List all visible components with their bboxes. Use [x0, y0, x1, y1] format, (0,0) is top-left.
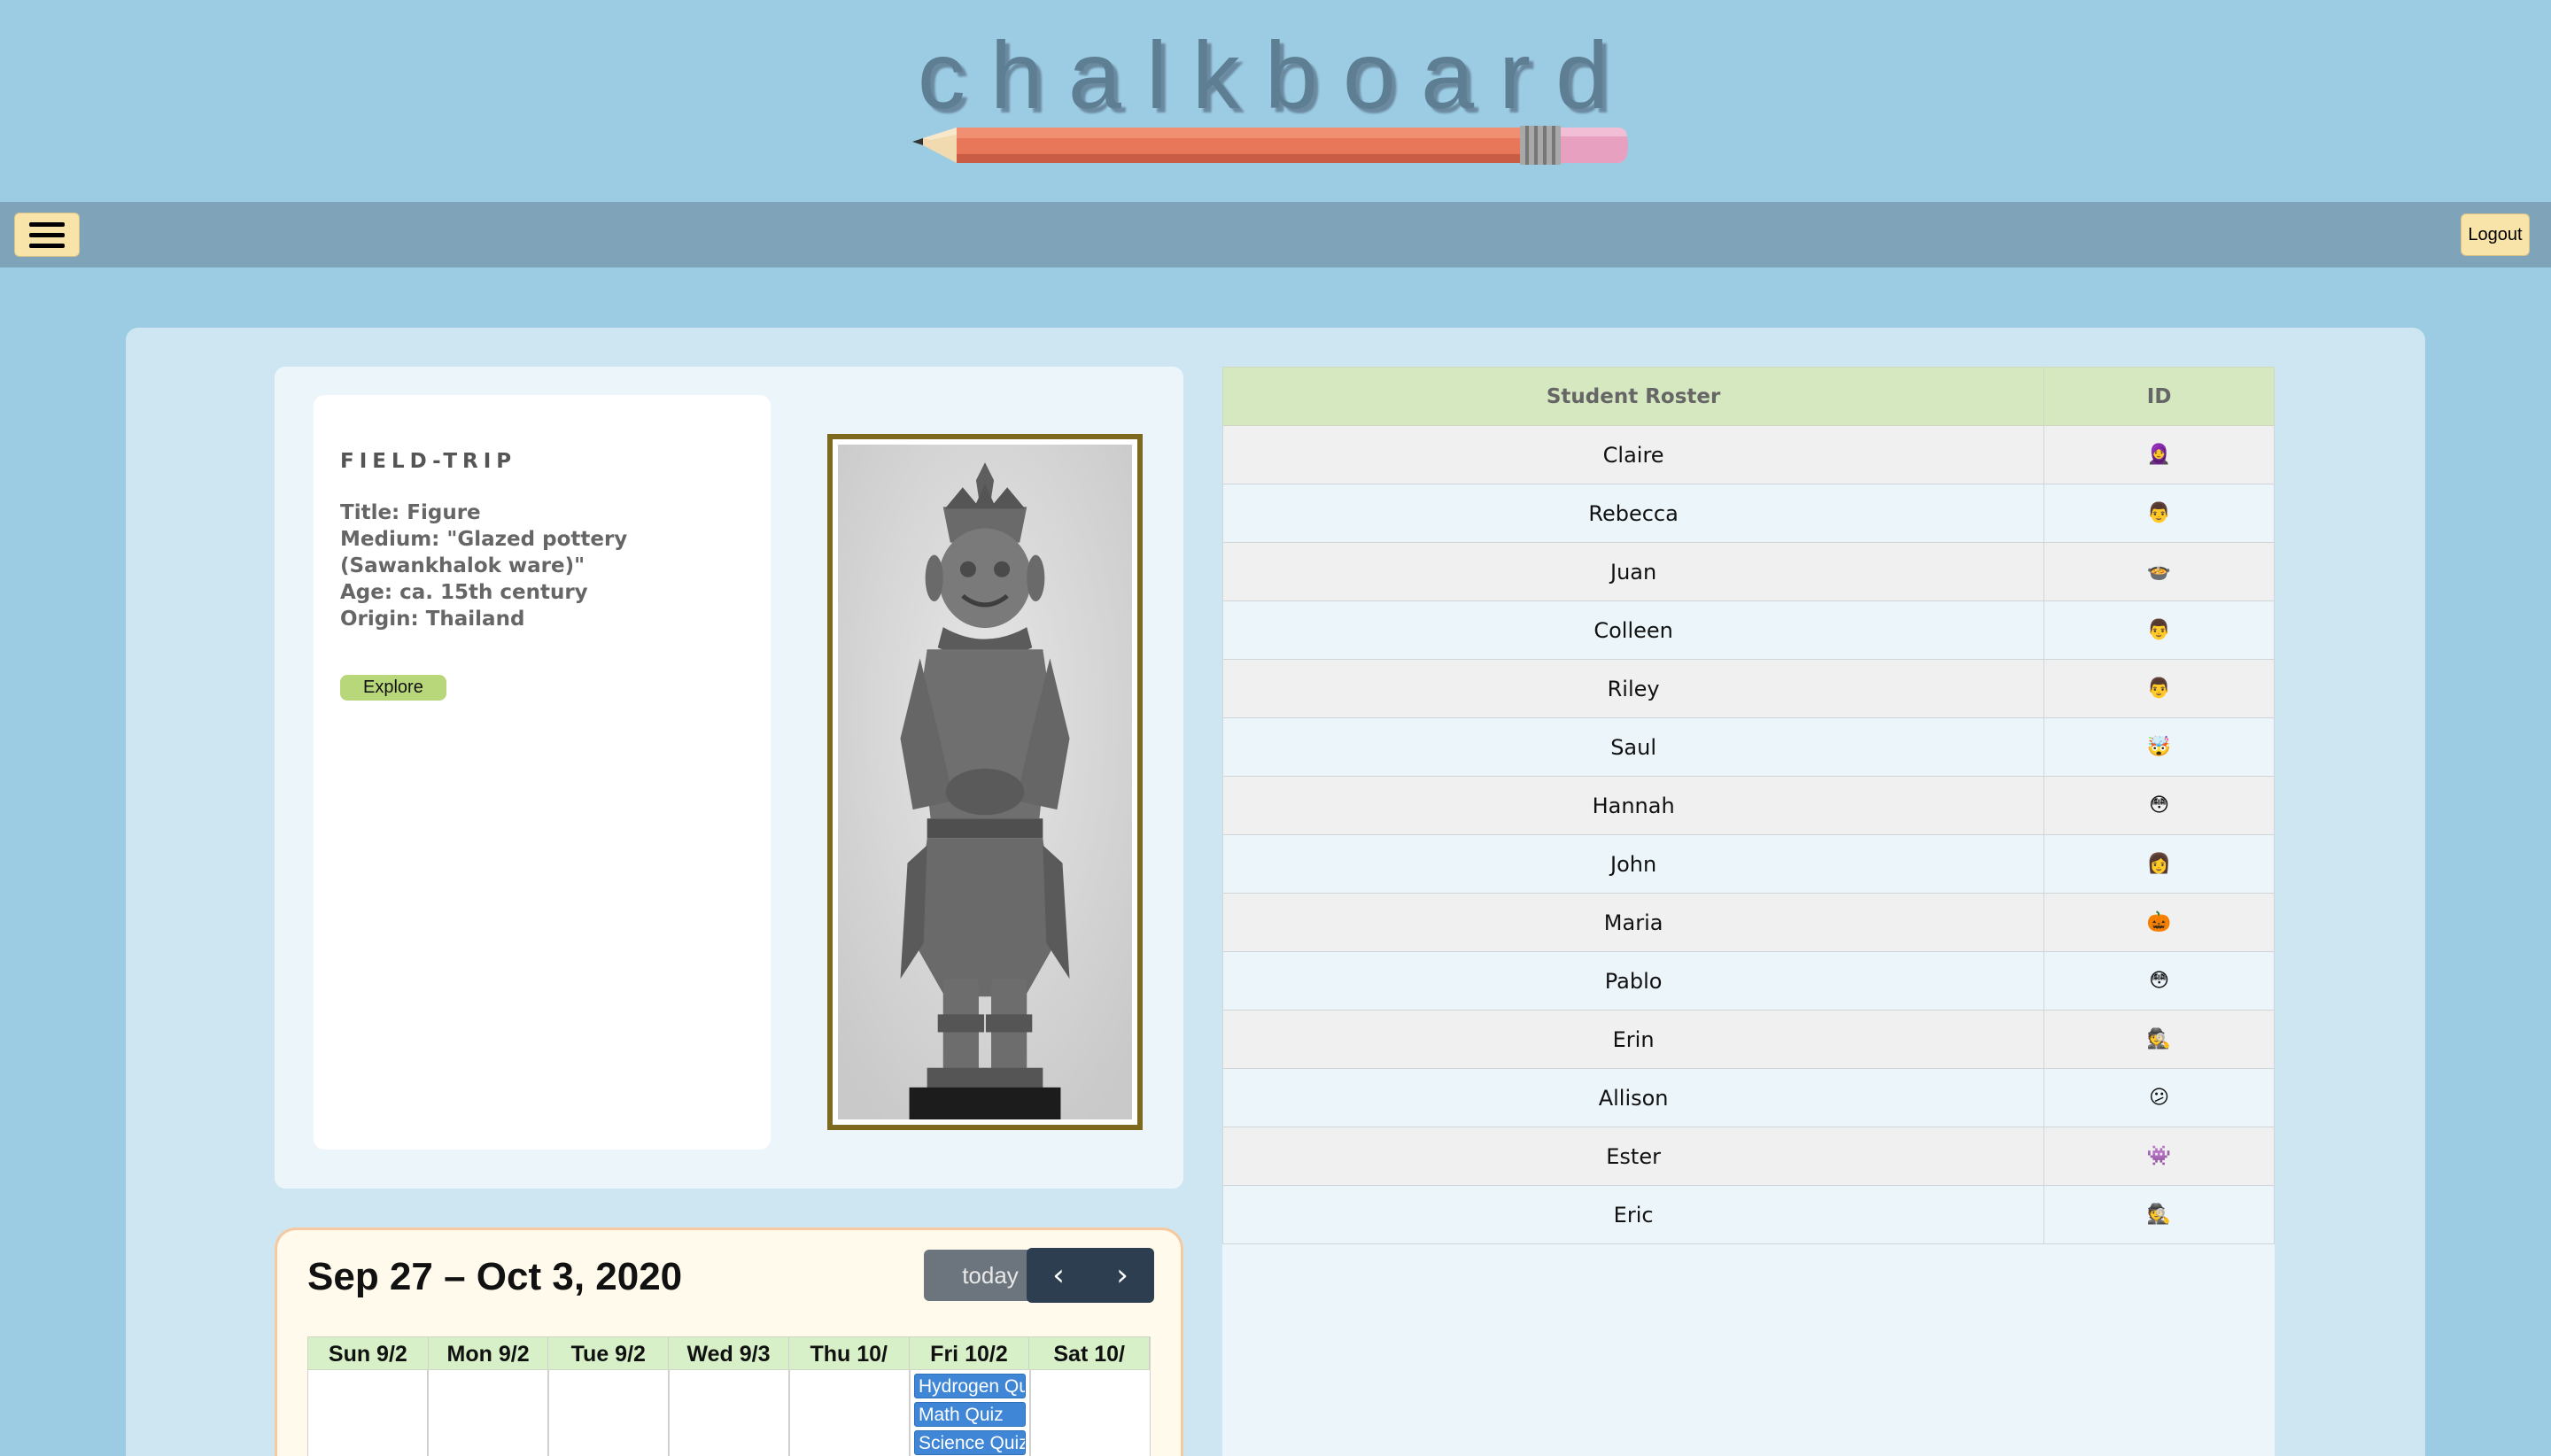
- student-name: Colleen: [1221, 600, 2045, 660]
- table-row[interactable]: Ester 👾: [1221, 1127, 2275, 1186]
- day-cell-wed[interactable]: [669, 1370, 789, 1456]
- day-header-tue[interactable]: Tue 9/2: [548, 1337, 670, 1369]
- calendar-nav-group: ‹ ›: [1027, 1248, 1154, 1303]
- day-header-sun[interactable]: Sun 9/2: [308, 1337, 429, 1369]
- table-row[interactable]: Juan 🍲: [1221, 542, 2275, 601]
- student-id-emoji: 👩: [2043, 834, 2275, 894]
- student-name: Eric: [1221, 1185, 2045, 1244]
- student-id-emoji: 👾: [2043, 1127, 2275, 1186]
- day-header-sat[interactable]: Sat 10/: [1029, 1337, 1151, 1369]
- day-cell-fri[interactable]: Hydrogen Qu Math Quiz Science Quiz: [910, 1370, 1030, 1456]
- artwork-age: Age: ca. 15th century: [340, 581, 588, 604]
- day-cell-tue[interactable]: [548, 1370, 669, 1456]
- menu-icon-bar: [29, 243, 65, 248]
- table-row[interactable]: Colleen 👨: [1221, 600, 2275, 660]
- student-id-emoji: 🤯: [2043, 717, 2275, 777]
- roster-id-header[interactable]: ID: [2043, 367, 2275, 426]
- student-name: Rebecca: [1221, 484, 2045, 543]
- table-row[interactable]: Riley 👨: [1221, 659, 2275, 718]
- table-row[interactable]: Rebecca 👨: [1221, 484, 2275, 543]
- calendar-event[interactable]: Math Quiz: [914, 1402, 1026, 1427]
- table-row[interactable]: John 👩: [1221, 834, 2275, 894]
- calendar-event[interactable]: Science Quiz: [914, 1430, 1026, 1455]
- table-row[interactable]: Eric 🕵: [1221, 1185, 2275, 1244]
- table-row[interactable]: Saul 🤯: [1221, 717, 2275, 777]
- statue-figure-icon: [838, 445, 1132, 1119]
- calendar-date-range: Sep 27 – Oct 3, 2020: [307, 1255, 683, 1298]
- artwork-image: [838, 445, 1132, 1119]
- chevron-left-icon[interactable]: ‹: [1027, 1248, 1090, 1303]
- calendar-widget: Sep 27 – Oct 3, 2020 today ‹ › Sun 9/2 M…: [275, 1228, 1183, 1456]
- student-id-emoji: 🧕: [2043, 425, 2275, 484]
- student-name: Hannah: [1221, 776, 2045, 835]
- student-id-emoji: 🎃: [2043, 893, 2275, 952]
- student-name: John: [1221, 834, 2045, 894]
- pencil-logo-icon: [912, 126, 1628, 165]
- student-id-emoji: 🕵: [2043, 1185, 2275, 1244]
- day-header-mon[interactable]: Mon 9/2: [429, 1337, 549, 1369]
- student-id-emoji: 😳: [2043, 951, 2275, 1011]
- student-roster-table: Student Roster ID Claire 🧕 Rebecca 👨 Juan 🍲…: [1221, 367, 2275, 1244]
- student-name: Ester: [1221, 1127, 2045, 1186]
- field-trip-card: FIELD-TRIP Title: Figure Medium: "Glazed…: [275, 367, 1183, 1189]
- field-trip-info: FIELD-TRIP Title: Figure Medium: "Glazed…: [314, 395, 771, 1150]
- day-cell-mon[interactable]: [428, 1370, 548, 1456]
- top-navbar: Logout: [0, 202, 2551, 267]
- student-id-emoji: 🕵: [2043, 1010, 2275, 1069]
- day-cell-sat[interactable]: [1030, 1370, 1151, 1456]
- artwork-frame: [827, 434, 1143, 1130]
- student-id-emoji: 😕: [2043, 1068, 2275, 1127]
- explore-button[interactable]: Explore: [340, 675, 446, 701]
- field-trip-heading: FIELD-TRIP: [340, 450, 517, 473]
- day-cell-thu[interactable]: [789, 1370, 910, 1456]
- logout-button[interactable]: Logout: [2461, 213, 2530, 256]
- student-roster-panel: Student Roster ID Claire 🧕 Rebecca 👨 Juan 🍲…: [1221, 367, 2275, 1456]
- artwork-mat: [833, 439, 1137, 1125]
- artwork-medium-line-2: (Sawankhalok ware)": [340, 554, 585, 577]
- table-row[interactable]: Claire 🧕: [1221, 425, 2275, 484]
- student-name: Erin: [1221, 1010, 2045, 1069]
- student-id-emoji: 👨: [2043, 659, 2275, 718]
- roster-header-row: Student Roster ID: [1221, 367, 2275, 426]
- artwork-medium-line-1: Medium: "Glazed pottery: [340, 528, 628, 551]
- table-row[interactable]: Pablo 😳: [1221, 951, 2275, 1011]
- table-row[interactable]: Allison 😕: [1221, 1068, 2275, 1127]
- chevron-right-icon[interactable]: ›: [1090, 1248, 1154, 1303]
- student-name: Claire: [1221, 425, 2045, 484]
- student-id-emoji: 👨: [2043, 484, 2275, 543]
- table-row[interactable]: Erin 🕵: [1221, 1010, 2275, 1069]
- day-cell-sun[interactable]: [307, 1370, 428, 1456]
- table-row[interactable]: Hannah 😳: [1221, 776, 2275, 835]
- hamburger-menu-button[interactable]: [14, 213, 80, 257]
- student-name: Juan: [1221, 542, 2045, 601]
- student-id-emoji: 👨: [2043, 600, 2275, 660]
- table-row[interactable]: Maria 🎃: [1221, 893, 2275, 952]
- roster-name-header[interactable]: Student Roster: [1221, 367, 2045, 426]
- calendar-event[interactable]: Hydrogen Qu: [914, 1374, 1026, 1398]
- student-name: Allison: [1221, 1068, 2045, 1127]
- site-header: chalkboard: [0, 0, 2551, 202]
- menu-icon-bar: [29, 221, 65, 227]
- student-id-emoji: 😳: [2043, 776, 2275, 835]
- student-name: Riley: [1221, 659, 2045, 718]
- student-name: Maria: [1221, 893, 2045, 952]
- site-title: chalkboard: [917, 21, 1634, 128]
- student-name: Pablo: [1221, 951, 2045, 1011]
- artwork-title: Title: Figure: [340, 501, 481, 524]
- student-name: Saul: [1221, 717, 2045, 777]
- day-header-fri[interactable]: Fri 10/2: [910, 1337, 1030, 1369]
- day-header-thu[interactable]: Thu 10/: [789, 1337, 910, 1369]
- artwork-origin: Origin: Thailand: [340, 608, 525, 631]
- student-id-emoji: 🍲: [2043, 542, 2275, 601]
- menu-icon-bar: [29, 232, 65, 237]
- calendar-day-headers: Sun 9/2 Mon 9/2 Tue 9/2 Wed 9/3 Thu 10/ …: [307, 1336, 1151, 1370]
- calendar-week-grid: Sun 9/2 Mon 9/2 Tue 9/2 Wed 9/3 Thu 10/ …: [307, 1336, 1151, 1456]
- calendar-day-cells: Hydrogen Qu Math Quiz Science Quiz: [307, 1370, 1151, 1456]
- day-header-wed[interactable]: Wed 9/3: [669, 1337, 789, 1369]
